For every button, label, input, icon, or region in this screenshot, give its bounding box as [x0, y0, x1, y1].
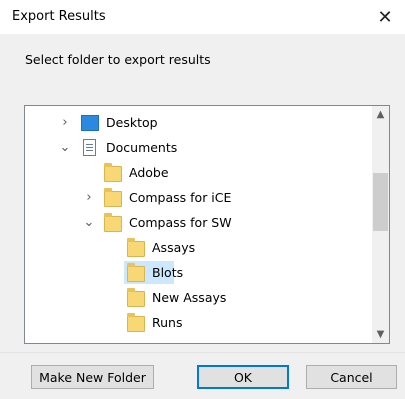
- ok-button[interactable]: OK: [197, 365, 289, 389]
- tree-item-label: New Assays: [152, 290, 227, 305]
- tree-item-documents[interactable]: ⌄ Documents: [25, 135, 370, 160]
- tree-item-new-assays[interactable]: New Assays: [25, 285, 370, 310]
- folder-icon: [104, 163, 122, 182]
- folder-icon: [127, 313, 145, 332]
- folder-icon: [127, 238, 145, 257]
- tree-item-label: Compass for SW: [129, 215, 232, 230]
- tree-item-label: Compass for iCE: [129, 190, 232, 205]
- folder-icon: [104, 188, 122, 207]
- chevron-right-icon[interactable]: ›: [82, 190, 96, 205]
- title-bar: Export Results ✕: [0, 0, 405, 34]
- instruction-text: Select folder to export results: [25, 52, 211, 67]
- tree-item-compass-for-ice[interactable]: › Compass for iCE: [25, 185, 370, 210]
- folder-icon: [104, 213, 122, 232]
- tree-item-label: Assays: [152, 240, 196, 255]
- folder-tree[interactable]: › Desktop ⌄ Documents Adobe › Compass fo…: [24, 105, 390, 344]
- tree-item-label: Blots: [152, 265, 184, 280]
- document-icon: [83, 139, 96, 156]
- folder-icon: [127, 263, 145, 282]
- tree-item-blots[interactable]: Blots: [25, 260, 370, 285]
- tree-item-label: Adobe: [129, 165, 169, 180]
- folder-icon: [127, 288, 145, 307]
- desktop-icon: [81, 115, 99, 131]
- footer-divider: [0, 352, 405, 353]
- tree-item-label: Documents: [106, 140, 178, 155]
- vertical-scrollbar[interactable]: ▲ ▼: [372, 106, 389, 343]
- make-new-folder-button[interactable]: Make New Folder: [31, 365, 154, 389]
- scroll-up-icon[interactable]: ▲: [372, 106, 389, 123]
- chevron-down-icon[interactable]: ⌄: [82, 215, 96, 230]
- tree-item-compass-for-sw[interactable]: ⌄ Compass for SW: [25, 210, 370, 235]
- chevron-right-icon[interactable]: ›: [58, 115, 72, 130]
- window-title: Export Results: [12, 9, 106, 24]
- tree-item-desktop[interactable]: › Desktop: [25, 110, 370, 135]
- tree-item-label: Desktop: [106, 115, 158, 130]
- tree-item-label: Runs: [152, 315, 183, 330]
- scroll-down-icon[interactable]: ▼: [372, 326, 389, 343]
- tree-item-runs[interactable]: Runs: [25, 310, 370, 335]
- tree-item-assays[interactable]: Assays: [25, 235, 370, 260]
- cancel-button[interactable]: Cancel: [306, 365, 397, 389]
- scrollbar-thumb[interactable]: [373, 173, 388, 231]
- tree-item-adobe[interactable]: Adobe: [25, 160, 370, 185]
- close-icon[interactable]: ✕: [365, 0, 405, 34]
- chevron-down-icon[interactable]: ⌄: [58, 140, 72, 155]
